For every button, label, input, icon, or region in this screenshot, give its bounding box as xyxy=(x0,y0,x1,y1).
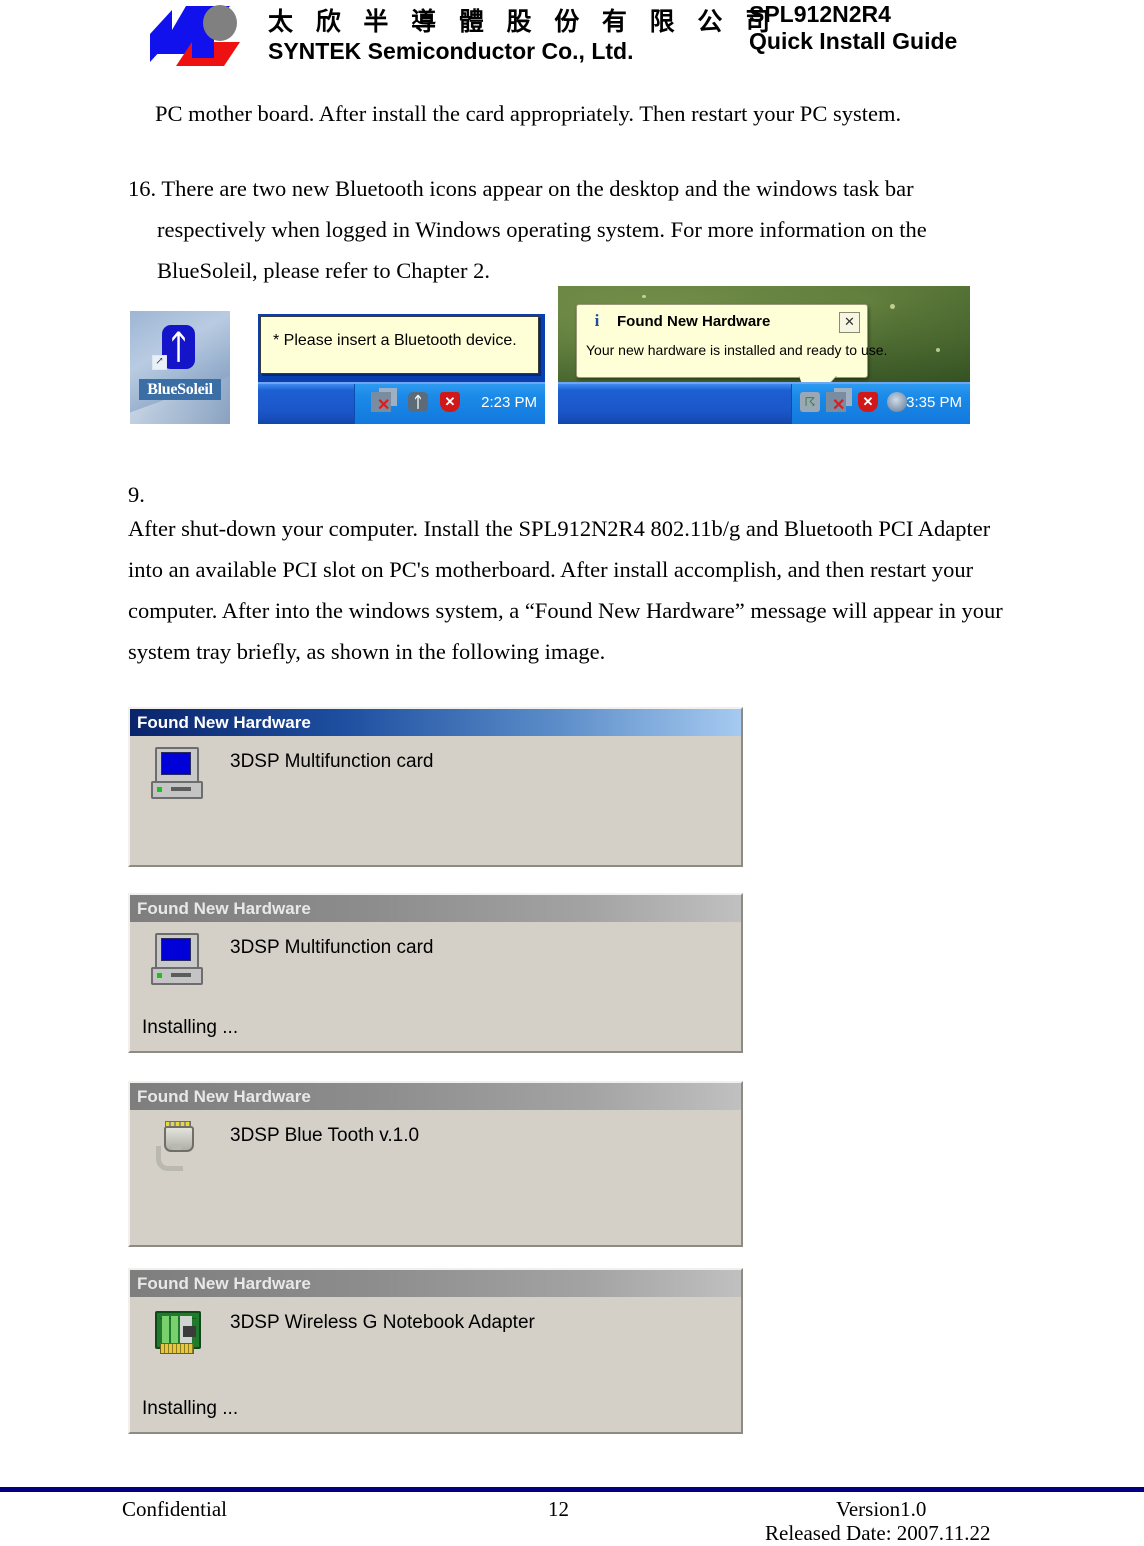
gold-fingers xyxy=(160,1343,194,1354)
footer-page-number: 12 xyxy=(548,1497,569,1521)
device-row: 3DSP Multifunction card xyxy=(130,736,741,820)
volume-icon xyxy=(887,392,907,412)
bluetooth-icons-figure: ᛏ ↗ BlueSoleil * Please insert a Bluetoo… xyxy=(0,286,1144,431)
bluesoleil-icon-label: BlueSoleil xyxy=(139,379,221,400)
taskbar-screenshot-left: * Please insert a Bluetooth device. ✕ ᛏ … xyxy=(258,314,545,424)
device-name: 3DSP Blue Tooth v.1.0 xyxy=(230,1125,420,1146)
footer-divider xyxy=(0,1487,1144,1492)
document-title: Quick Install Guide xyxy=(749,28,958,54)
bluetooth-tooltip-balloon: * Please insert a Bluetooth device. xyxy=(260,316,539,374)
screen-shape xyxy=(161,938,191,961)
taskbar-clock: 3:35 PM xyxy=(906,394,962,411)
found-new-hardware-dialog: Found New Hardware 3DSP Multifunction ca… xyxy=(128,893,743,1053)
step-9-paragraph: After shut-down your computer. Install t… xyxy=(128,516,1003,664)
footer-released-date: Released Date: 2007.11.22 xyxy=(765,1521,991,1545)
system-tray: ☈ ✕ ✕ 3:35 PM xyxy=(791,384,970,424)
security-alert-shield-icon: ✕ xyxy=(440,392,460,412)
step-16-text: 16. There are two new Bluetooth icons ap… xyxy=(128,176,927,283)
footer-version: Version1.0 xyxy=(836,1497,927,1521)
network-disconnected-icon: ✕ xyxy=(826,392,846,414)
dialog-title-bar: Found New Hardware xyxy=(130,1083,741,1110)
device-name: 3DSP Wireless G Notebook Adapter xyxy=(230,1312,535,1333)
dialog-title-bar: Found New Hardware xyxy=(130,1270,741,1297)
bluetooth-dongle-icon xyxy=(150,1120,202,1172)
device-name: 3DSP Multifunction card xyxy=(230,751,434,772)
install-status: Installing ... xyxy=(142,1017,239,1038)
system-tray: ✕ ᛏ ✕ 2:23 PM xyxy=(354,384,545,424)
company-name-chinese: 太 欣 半 導 體 股 份 有 限 公 司 xyxy=(268,7,778,36)
dialog-title-bar: Found New Hardware xyxy=(130,709,741,736)
pci-card-icon xyxy=(150,1307,202,1359)
wallpaper-speck xyxy=(642,295,646,298)
computer-base-shape xyxy=(151,781,203,799)
led-indicator xyxy=(157,787,162,792)
main-chip xyxy=(183,1326,196,1337)
network-disconnected-icon: ✕ xyxy=(371,392,391,414)
screen-shape xyxy=(161,752,191,775)
windows-taskbar: ✕ ᛏ ✕ 2:23 PM xyxy=(258,382,545,424)
page-header: 太 欣 半 導 體 股 份 有 限 公 司 SYNTEK Semiconduct… xyxy=(0,0,1144,78)
found-new-hardware-dialog: Found New Hardware 3DSP Multifunction ca… xyxy=(128,707,743,867)
wallpaper-speck xyxy=(890,304,895,309)
footer-confidential: Confidential xyxy=(122,1497,227,1521)
device-row: 3DSP Multifunction card xyxy=(130,922,741,1006)
computer-icon xyxy=(150,746,203,799)
device-name: 3DSP Multifunction card xyxy=(230,937,434,958)
bluesoleil-desktop-icon-screenshot: ᛏ ↗ BlueSoleil xyxy=(130,311,230,424)
close-icon[interactable]: ✕ xyxy=(839,312,860,333)
computer-base-shape xyxy=(151,967,203,985)
desktop-screenshot-right: i Found New Hardware Your new hardware i… xyxy=(558,286,970,424)
info-icon: i xyxy=(587,311,608,333)
computer-icon xyxy=(150,932,203,985)
intro-paragraph: PC mother board. After install the card … xyxy=(155,101,902,126)
shortcut-arrow-icon: ↗ xyxy=(152,355,167,370)
bluetooth-tooltip-text: * Please insert a Bluetooth device. xyxy=(273,332,517,349)
product-model: SPL912N2R4 xyxy=(749,1,891,27)
taskbar-clock: 2:23 PM xyxy=(481,394,537,411)
security-alert-shield-icon: ✕ xyxy=(858,392,878,412)
found-new-hardware-balloon: i Found New Hardware Your new hardware i… xyxy=(576,304,887,405)
monitor-shape xyxy=(155,933,199,969)
company-name-english: SYNTEK Semiconductor Co., Ltd. xyxy=(268,38,634,64)
balloon-body-text: Your new hardware is installed and ready… xyxy=(586,342,888,358)
install-status: Installing ... xyxy=(142,1398,239,1419)
found-new-hardware-dialog: Found New Hardware 3DSP Wireless G Noteb… xyxy=(128,1268,743,1434)
monitor-shape xyxy=(155,747,199,783)
balloon-title: Found New Hardware xyxy=(617,313,771,330)
drive-slot xyxy=(171,787,191,791)
drive-slot xyxy=(171,973,191,977)
found-new-hardware-dialog: Found New Hardware 3DSP Blue Tooth v.1.0 xyxy=(128,1081,743,1247)
plug-icon: ☈ xyxy=(800,392,820,412)
device-row: 3DSP Blue Tooth v.1.0 xyxy=(130,1110,741,1194)
cable xyxy=(156,1146,183,1171)
led-indicator xyxy=(157,973,162,978)
dialog-title-bar: Found New Hardware xyxy=(130,895,741,922)
wallpaper-speck xyxy=(936,348,940,352)
device-row: 3DSP Wireless G Notebook Adapter xyxy=(130,1297,741,1381)
syntek-logo-icon xyxy=(148,4,252,68)
step-16-paragraph: 16. There are two new Bluetooth icons ap… xyxy=(128,168,1018,291)
bluetooth-icon: ᛏ xyxy=(408,392,428,412)
windows-taskbar: ☈ ✕ ✕ 3:35 PM xyxy=(558,382,970,424)
